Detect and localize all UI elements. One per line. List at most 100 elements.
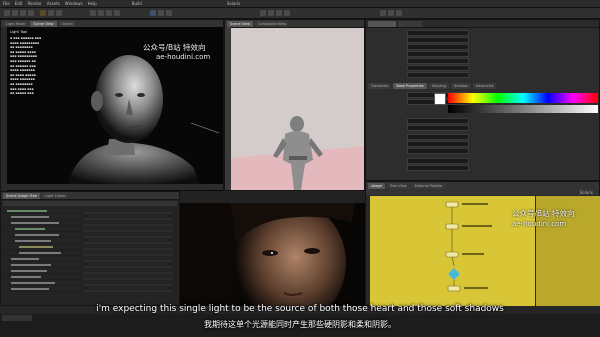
tab-light-linker[interactable]: Light Linker [41,192,69,199]
properties-panel: Transform Base Properties Shaping Shadow… [365,19,600,181]
parameter-pane-header [366,20,599,28]
param-field[interactable] [407,165,469,171]
shelf-tool-button[interactable] [114,10,120,16]
scene-graph-tabs: Scene Graph Tree Light Linker [1,192,179,200]
houdini-window: File Edit Render Assets Windows Help Bui… [0,0,600,337]
hud-line: ▪▪ ▪▪▪▪▪ ▪▪▪ [10,91,34,96]
shelf-tool-button[interactable] [12,10,18,16]
param-field[interactable] [407,65,469,71]
tab-material-palette[interactable]: Material Palette [411,182,446,189]
left-viewport-panel: Light Mixer Scene View Object Light Tool… [0,19,224,191]
woman-render-image [180,203,365,306]
param-row [370,72,469,78]
menu-help[interactable]: Help [88,1,97,6]
param-field[interactable] [407,72,469,78]
param-field[interactable] [407,51,469,57]
subtitle-english: i'm expecting this single light to be th… [96,304,504,314]
lop-node[interactable] [445,251,459,258]
menu-edit[interactable]: Edit [15,1,23,6]
menu-render[interactable]: Render [27,1,41,6]
shelf-tool-button[interactable] [284,10,290,16]
character-viewport-image [231,28,364,190]
hud-title: Light Tool [10,30,28,34]
node-graph [445,201,492,292]
param-field[interactable] [407,125,469,131]
render-view [180,203,365,306]
param-row [370,165,469,171]
tab-stage[interactable]: /stage [368,182,385,189]
shelf-tool-button[interactable] [20,10,26,16]
watermark-url: ae-houdini.com [156,53,211,61]
shelf-tool-button[interactable] [56,10,62,16]
light-property-tabs: Transform Base Properties Shaping Shadow… [368,83,597,89]
render-view-header [180,191,365,203]
shelf-tool-button[interactable] [28,10,34,16]
shelf-tool-button[interactable] [158,10,164,16]
tab-scene-view[interactable]: Scene View [30,20,57,27]
param-field[interactable] [407,158,469,164]
menu-solaris[interactable]: Solaris [227,1,240,6]
tab-transform[interactable]: Transform [368,83,392,89]
menu-build[interactable]: Build [132,1,142,6]
scene-graph-columns [83,208,173,292]
tab-composite-view[interactable]: Composite View [255,20,290,27]
network-canvas[interactable] [370,196,535,306]
shelf-tool-button[interactable] [166,10,172,16]
param-field[interactable] [407,44,469,50]
tab-shadow[interactable]: Shadow [450,83,471,89]
scene-graph-panel: Scene Graph Tree Light Linker [0,191,180,306]
param-row [370,37,469,43]
shelf-tool-button[interactable] [90,10,96,16]
param-field[interactable] [407,141,469,147]
menu-assets[interactable]: Assets [47,1,60,6]
shelf-tool-button[interactable] [106,10,112,16]
param-field[interactable] [407,30,469,36]
tab-scene-graph-tree[interactable]: Scene Graph Tree [3,192,40,199]
tab-shaping[interactable]: Shaping [428,83,449,89]
tab-tool[interactable] [398,20,422,27]
shelf-tool-button[interactable] [396,10,402,16]
shelf-tool-button[interactable] [48,10,54,16]
shelf-toolbar [0,8,600,19]
light-node[interactable] [448,268,460,280]
tab-light-mixer[interactable]: Light Mixer [3,20,29,27]
param-row [370,134,469,140]
menu-file[interactable]: File [3,1,10,6]
scene-graph-header [3,201,177,206]
shelf-tool-button[interactable] [98,10,104,16]
param-field[interactable] [407,134,469,140]
param-row [370,158,469,164]
shelf-tool-button[interactable] [4,10,10,16]
shelf-tool-button[interactable] [388,10,394,16]
tab-parameters[interactable] [368,20,396,27]
param-field[interactable] [407,118,469,124]
shelf-tool-button[interactable] [40,10,46,16]
shelf-tool-button[interactable] [276,10,282,16]
shelf-tool-button[interactable] [268,10,274,16]
param-field[interactable] [407,37,469,43]
menu-bar: File Edit Render Assets Windows Help Bui… [0,0,600,8]
tab-advanced[interactable]: Advanced [472,83,497,89]
tab-scene-view[interactable]: Scene View [227,20,254,27]
param-row [370,58,469,64]
shelf-tool-button[interactable] [380,10,386,16]
lop-node[interactable] [445,223,459,230]
mid-viewport-panel: Scene View Composite View [224,19,365,191]
shelf-tool-button[interactable] [260,10,266,16]
lop-node[interactable] [445,201,459,208]
param-field[interactable] [407,148,469,154]
value-gradient[interactable] [448,105,598,113]
light-color-swatch[interactable] [434,93,446,105]
tab-tree-view[interactable]: Tree View [386,182,410,189]
param-row [370,51,469,57]
menu-windows[interactable]: Windows [65,1,83,6]
hue-spectrum[interactable] [448,93,598,103]
param-field[interactable] [407,58,469,64]
tab-object[interactable]: Object [58,20,76,27]
network-watermark-url: ae-houdini.com [512,220,567,228]
param-row [370,65,469,71]
lop-node[interactable] [447,285,461,292]
param-row [370,141,469,147]
tab-base-properties[interactable]: Base Properties [393,83,427,89]
shelf-tool-button[interactable] [150,10,156,16]
